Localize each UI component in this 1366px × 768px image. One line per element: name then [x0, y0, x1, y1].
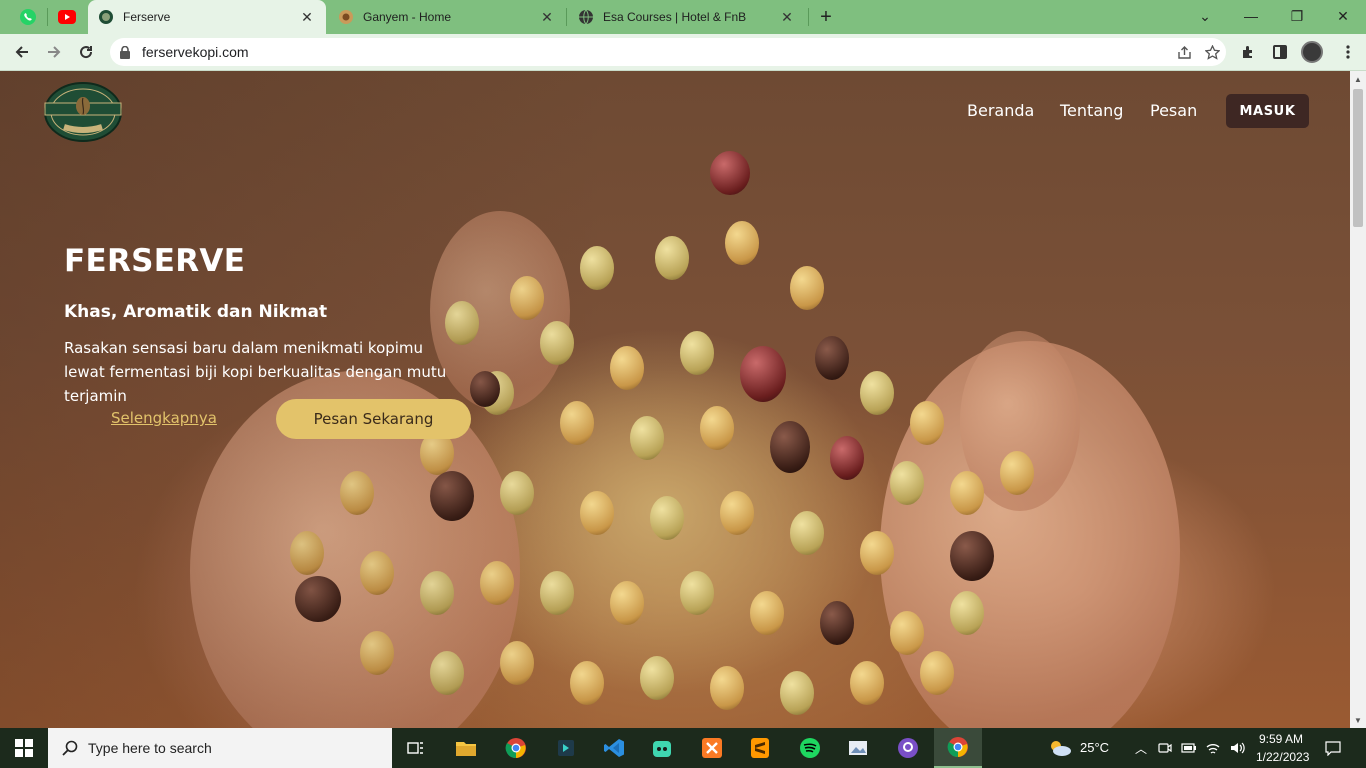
minimize-button[interactable]: —	[1228, 0, 1274, 32]
ferserve-favicon	[98, 9, 114, 25]
extensions-icon[interactable]	[1234, 38, 1262, 66]
hero-description: Rasakan sensasi baru dalam menikmati kop…	[64, 339, 447, 405]
tab-separator	[808, 8, 809, 26]
photo-app-icon[interactable]	[834, 728, 882, 768]
reload-button[interactable]	[72, 38, 100, 66]
arrow-left-icon	[15, 46, 28, 58]
battery-icon[interactable]	[1179, 738, 1199, 758]
start-button[interactable]	[0, 728, 48, 768]
whatsapp-icon	[20, 9, 36, 25]
scrollbar-thumb[interactable]	[1353, 89, 1363, 227]
scroll-down-arrow-icon[interactable]: ▼	[1350, 712, 1366, 728]
file-explorer-icon[interactable]	[442, 728, 490, 768]
sublime-icon[interactable]	[736, 728, 784, 768]
tab-esa-courses[interactable]: Esa Courses | Hotel & FnB ✕	[568, 0, 806, 34]
close-tab-icon[interactable]: ✕	[538, 8, 556, 26]
close-window-button[interactable]: ✕	[1320, 0, 1366, 32]
scroll-up-arrow-icon[interactable]: ▲	[1350, 71, 1366, 87]
bot-app-icon[interactable]	[638, 728, 686, 768]
share-icon[interactable]	[1170, 38, 1198, 66]
search-icon	[62, 740, 78, 756]
tab-search-button[interactable]: ⌄	[1182, 0, 1228, 32]
xampp-icon[interactable]	[688, 728, 736, 768]
reload-icon	[80, 46, 93, 59]
restore-button[interactable]: ❐	[1274, 0, 1320, 32]
side-panel-icon[interactable]	[1266, 38, 1294, 66]
chevron-up-icon[interactable]: ︿	[1131, 738, 1151, 758]
page-scrollbar[interactable]: ▲ ▼	[1350, 71, 1366, 728]
search-placeholder: Type here to search	[88, 740, 212, 756]
browser-menu-icon[interactable]	[1334, 38, 1362, 66]
weather-temperature[interactable]: 25°C	[1080, 740, 1109, 755]
close-tab-icon[interactable]: ✕	[778, 8, 796, 26]
whatsapp-pinned-tab[interactable]	[10, 4, 46, 30]
chrome-icon[interactable]	[492, 728, 540, 768]
tab-ferserve[interactable]: Ferserve ✕	[88, 0, 326, 34]
chrome-active-icon[interactable]	[934, 728, 982, 768]
address-bar[interactable]: ferservekopi.com	[110, 38, 1226, 66]
login-button[interactable]: MASUK	[1226, 94, 1309, 128]
nav-link-tentang[interactable]: Tentang	[1060, 101, 1123, 120]
notification-icon[interactable]	[1323, 738, 1343, 758]
tab-separator	[47, 8, 48, 26]
windows-logo-icon	[15, 739, 33, 757]
youtube-icon	[58, 10, 76, 24]
avatar	[1301, 41, 1323, 63]
app-store-icon[interactable]	[542, 728, 590, 768]
profile-avatar[interactable]	[1298, 38, 1326, 66]
taskbar-search-box[interactable]: Type here to search	[48, 728, 392, 768]
close-tab-icon[interactable]: ✕	[298, 8, 316, 26]
order-now-button[interactable]: Pesan Sekarang	[276, 399, 471, 439]
vscode-icon[interactable]	[590, 728, 638, 768]
youtube-pinned-tab[interactable]	[49, 4, 85, 30]
globe-icon	[578, 9, 594, 25]
arrow-right-icon	[48, 46, 61, 58]
tab-title: Esa Courses | Hotel & FnB	[603, 10, 747, 24]
clock-time[interactable]: 9:59 AM	[1259, 732, 1303, 746]
tab-title: Ferserve	[123, 10, 171, 24]
hero-section: Beranda Tentang Pesan MASUK FERSERVE Kha…	[0, 71, 1350, 728]
tab-title: Ganyem - Home	[363, 10, 452, 24]
ganyem-favicon	[338, 9, 354, 25]
page-viewport: Beranda Tentang Pesan MASUK FERSERVE Kha…	[0, 71, 1366, 728]
forward-button[interactable]	[40, 38, 68, 66]
windows-taskbar: Type here to search 25°C ︿ 9:59 AM 1/22/…	[0, 728, 1366, 768]
browser-toolbar: ferservekopi.com	[0, 34, 1366, 71]
github-icon[interactable]	[884, 728, 932, 768]
ferserve-logo[interactable]	[42, 81, 124, 143]
clock-date[interactable]: 1/22/2023	[1256, 750, 1309, 764]
volume-icon[interactable]	[1227, 738, 1247, 758]
back-button[interactable]	[8, 38, 36, 66]
hero-title: FERSERVE	[64, 243, 246, 279]
spotify-icon[interactable]	[786, 728, 834, 768]
meet-now-icon[interactable]	[1155, 738, 1175, 758]
nav-link-pesan[interactable]: Pesan	[1150, 101, 1197, 120]
wifi-icon[interactable]	[1203, 738, 1223, 758]
browser-tab-strip: Ferserve ✕ Ganyem - Home ✕ Esa Courses |…	[0, 0, 1366, 34]
tab-separator	[566, 8, 567, 26]
url-text[interactable]: ferservekopi.com	[142, 44, 1170, 60]
hero-subtitle: Khas, Aromatik dan Nikmat	[64, 302, 328, 322]
new-tab-button[interactable]: +	[814, 5, 838, 29]
weather-cloud-icon[interactable]	[1046, 738, 1074, 758]
read-more-link[interactable]: Selengkapnya	[111, 409, 217, 427]
tab-ganyem[interactable]: Ganyem - Home ✕	[328, 0, 566, 34]
lock-icon	[120, 45, 132, 59]
bookmark-star-icon[interactable]	[1198, 38, 1226, 66]
task-view-icon[interactable]	[392, 728, 440, 768]
nav-link-beranda[interactable]: Beranda	[967, 101, 1034, 120]
